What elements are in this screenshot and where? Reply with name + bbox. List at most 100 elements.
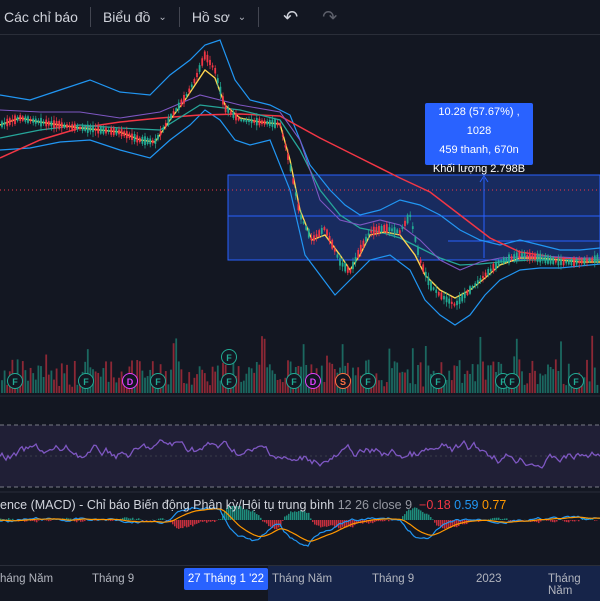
candle-body bbox=[35, 119, 37, 124]
volume-bar bbox=[95, 371, 97, 393]
chart-menu-button[interactable]: Biểu đồ ⌄ bbox=[103, 0, 167, 34]
candle-body bbox=[550, 257, 552, 264]
candle-body bbox=[199, 65, 201, 72]
profile-menu-button[interactable]: Hồ sơ ⌄ bbox=[192, 0, 246, 34]
macd-histogram-bar bbox=[198, 520, 200, 523]
candle-body bbox=[503, 258, 505, 264]
candle-body bbox=[308, 229, 310, 237]
event-badge-f[interactable]: F bbox=[221, 349, 237, 365]
macd-histogram-bar bbox=[568, 520, 570, 522]
volume-bar bbox=[97, 373, 99, 393]
macd-histogram-bar bbox=[46, 520, 48, 521]
volume-bar bbox=[402, 372, 404, 393]
time-axis[interactable]: háng Năm Tháng 9 27 Tháng 1 '22 Tháng Nă… bbox=[0, 565, 600, 601]
event-badge-f[interactable]: F bbox=[150, 373, 166, 389]
event-badge-f[interactable]: F bbox=[286, 373, 302, 389]
candle-body bbox=[160, 131, 162, 135]
indicators-button[interactable]: Các chỉ báo bbox=[4, 0, 78, 34]
candle-body bbox=[539, 254, 541, 263]
chart-area[interactable]: F F D F F F F D S F F F F F 10.28 (57.67… bbox=[0, 35, 600, 600]
candle-body bbox=[311, 237, 313, 240]
candle-body bbox=[389, 227, 391, 231]
volume-bar bbox=[183, 383, 185, 393]
candle-body bbox=[227, 108, 229, 112]
macd-histogram-bar bbox=[550, 520, 552, 522]
measure-range-box[interactable] bbox=[228, 175, 600, 260]
candle-body bbox=[516, 252, 518, 259]
event-badge-f[interactable]: F bbox=[430, 373, 446, 389]
event-badge-f[interactable]: F bbox=[221, 373, 237, 389]
macd-signal-value: 0.77 bbox=[482, 498, 506, 512]
event-badge-f[interactable]: F bbox=[7, 373, 23, 389]
event-badge-f[interactable]: F bbox=[568, 373, 584, 389]
macd-histogram-bar bbox=[266, 520, 268, 524]
candle-body bbox=[441, 292, 443, 299]
volume-bar bbox=[448, 371, 450, 393]
event-badge-d[interactable]: D bbox=[122, 373, 138, 389]
volume-bar bbox=[277, 380, 279, 393]
candle-body bbox=[136, 135, 138, 142]
candle-body bbox=[355, 257, 357, 263]
macd-histogram-bar bbox=[162, 518, 164, 520]
macd-histogram-bar bbox=[138, 518, 140, 520]
volume-bar bbox=[40, 366, 42, 393]
volume-bar bbox=[532, 361, 534, 393]
candle-body bbox=[313, 235, 315, 241]
event-badge-f[interactable]: F bbox=[78, 373, 94, 389]
macd-histogram-bar bbox=[80, 520, 82, 522]
macd-histogram-bar bbox=[306, 513, 308, 520]
macd-legend[interactable]: ence (MACD) - Chỉ báo Biến động Phân kỳ/… bbox=[0, 498, 506, 512]
candle-body bbox=[173, 111, 175, 115]
event-badge-f[interactable]: F bbox=[504, 373, 520, 389]
volume-bar bbox=[147, 376, 149, 393]
candle-body bbox=[71, 124, 73, 129]
macd-histogram-bar bbox=[82, 520, 84, 522]
candle-body bbox=[534, 255, 536, 260]
candle-body bbox=[347, 267, 349, 273]
macd-histogram-bar bbox=[84, 520, 86, 521]
volume-bar bbox=[357, 367, 359, 393]
candle-body bbox=[100, 127, 102, 134]
volume-bar bbox=[425, 346, 427, 393]
volume-bar bbox=[542, 375, 544, 393]
volume-bar bbox=[560, 341, 562, 393]
candle-body bbox=[269, 120, 271, 126]
macd-histogram-bar bbox=[320, 520, 322, 527]
macd-histogram-bar bbox=[286, 515, 288, 520]
volume-bar bbox=[43, 377, 45, 393]
macd-histogram-bar bbox=[490, 519, 492, 520]
volume-bar bbox=[204, 373, 206, 393]
candle-body bbox=[591, 258, 593, 261]
candle-body bbox=[4, 122, 6, 125]
volume-bar bbox=[209, 385, 211, 393]
candle-body bbox=[571, 259, 573, 265]
event-badge-s[interactable]: S bbox=[335, 373, 351, 389]
volume-bar bbox=[472, 364, 474, 393]
volume-bar bbox=[100, 377, 102, 393]
volume-bar bbox=[269, 364, 271, 393]
macd-histogram-bar bbox=[192, 520, 194, 526]
candle-body bbox=[464, 292, 466, 298]
volume-bar bbox=[259, 365, 261, 393]
macd-histogram-bar bbox=[380, 520, 382, 521]
redo-icon[interactable]: ↷ bbox=[322, 7, 337, 28]
macd-histogram-bar bbox=[178, 520, 180, 529]
undo-icon[interactable]: ↶ bbox=[283, 7, 298, 28]
event-badge-d[interactable]: D bbox=[305, 373, 321, 389]
event-badge-f[interactable]: F bbox=[360, 373, 376, 389]
candle-body bbox=[277, 122, 279, 125]
volume-bar bbox=[191, 385, 193, 393]
macd-histogram-bar bbox=[340, 520, 342, 529]
volume-bar bbox=[331, 364, 333, 393]
volume-bar bbox=[71, 387, 73, 393]
candle-body bbox=[84, 126, 86, 131]
macd-histogram-bar bbox=[282, 520, 284, 521]
candle-body bbox=[552, 257, 554, 264]
time-axis-label: Tháng 9 bbox=[372, 573, 414, 585]
macd-histogram-bar bbox=[212, 520, 214, 521]
macd-histogram-bar bbox=[570, 520, 572, 521]
candle-body bbox=[376, 227, 378, 233]
macd-histogram-bar bbox=[146, 520, 148, 521]
candle-body bbox=[264, 120, 266, 124]
candle-body bbox=[45, 120, 47, 127]
